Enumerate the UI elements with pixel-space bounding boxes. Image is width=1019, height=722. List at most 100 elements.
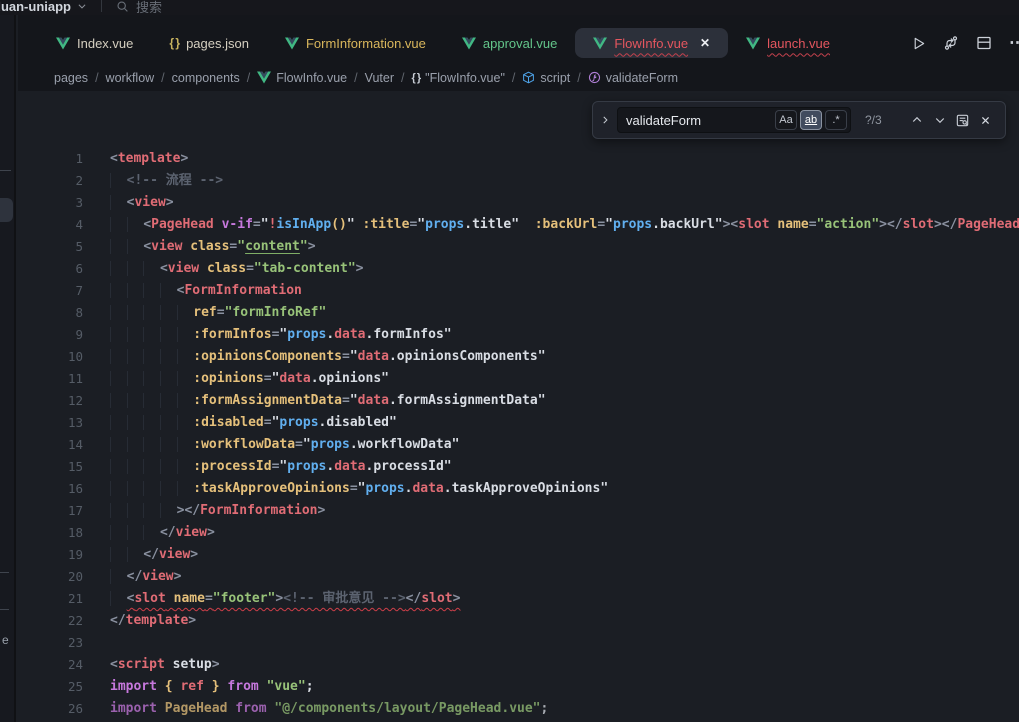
indent-guide (127, 371, 144, 386)
code-token: = (264, 415, 272, 430)
indent-guide (160, 327, 177, 342)
project-name[interactable]: duan-uniapp (0, 0, 71, 14)
indent-guide (110, 437, 127, 452)
split-editor-icon[interactable] (976, 35, 992, 51)
tab-pages.json[interactable]: { }pages.json (151, 28, 267, 58)
breadcrumb-separator: / (161, 71, 164, 85)
selected-file-highlight[interactable] (0, 198, 13, 222)
breadcrumb-item-Vuter[interactable]: Vuter (365, 71, 394, 85)
global-search[interactable]: 搜索 (116, 0, 162, 15)
indent-guide (110, 371, 127, 386)
code-token: :taskApproveOpinions (193, 481, 350, 496)
close-icon[interactable]: ✕ (700, 36, 710, 50)
breadcrumb-item-FlowInfo.vue[interactable]: { }"FlowInfo.vue" (412, 71, 505, 85)
close-icon[interactable] (974, 108, 997, 132)
tab-FormInformation.vue[interactable]: FormInformation.vue (267, 28, 444, 58)
more-actions-icon[interactable]: ⋯ (1009, 33, 1019, 53)
breadcrumb-item-pages[interactable]: pages (54, 71, 88, 85)
code-line[interactable] (110, 632, 1019, 654)
code-token: > (174, 569, 182, 584)
indent-guide (177, 459, 194, 474)
code-line[interactable]: <script setup> (110, 654, 1019, 676)
whole-word-icon[interactable]: ab (800, 110, 822, 130)
indent-guide (143, 393, 160, 408)
code-line[interactable]: :disabled="props.disabled" (110, 412, 1019, 434)
find-input[interactable] (618, 113, 736, 128)
code-token: < (110, 151, 118, 166)
code-token: view (176, 525, 207, 540)
code-token: "action" (817, 217, 880, 232)
tab-label: FlowInfo.vue (614, 36, 688, 51)
code-line[interactable]: </view> (110, 522, 1019, 544)
indent-guide (160, 305, 177, 320)
code-line[interactable]: </view> (110, 544, 1019, 566)
indent-guide (110, 547, 127, 562)
indent-guide (143, 459, 160, 474)
code-line[interactable]: </template> (110, 610, 1019, 632)
indent-guide (143, 261, 160, 276)
code-line[interactable]: :workflowData="props.workflowData" (110, 434, 1019, 456)
code-token: > (453, 591, 461, 606)
code-line[interactable]: </view> (110, 566, 1019, 588)
breadcrumb-item-workflow[interactable]: workflow (106, 71, 155, 85)
code-token: = (809, 217, 817, 232)
rail-fragment (0, 609, 9, 610)
indent-guide (127, 305, 144, 320)
code-line[interactable]: <view> (110, 192, 1019, 214)
chevron-down-icon[interactable] (77, 1, 87, 11)
code-token (165, 657, 173, 672)
code-token: props (425, 217, 464, 232)
breadcrumb-item-script[interactable]: script (522, 71, 570, 85)
tab-launch.vue[interactable]: launch.vue (728, 28, 848, 58)
code-line[interactable]: :processId="props.data.processId" (110, 456, 1019, 478)
code-line[interactable]: :opinions="data.opinions" (110, 368, 1019, 390)
code-token (519, 217, 535, 232)
indent-guide (127, 459, 144, 474)
code-line[interactable]: import PageHead from "@/components/layou… (110, 698, 1019, 720)
code-line[interactable]: <FormInformation (110, 280, 1019, 302)
code-line[interactable]: ref="formInfoRef" (110, 302, 1019, 324)
compare-changes-icon[interactable] (943, 35, 959, 51)
indent-guide (177, 305, 194, 320)
code-token: = (350, 481, 358, 496)
breadcrumb-item-validateForm[interactable]: validateForm (588, 71, 678, 85)
line-number: 5 (18, 236, 110, 258)
code-token: props (279, 415, 318, 430)
code-line[interactable]: :opinionsComponents="data.opinionsCompon… (110, 346, 1019, 368)
arrow-down-icon[interactable] (928, 108, 951, 132)
code-token: props (365, 481, 404, 496)
code-token: > (188, 613, 196, 628)
explorer-rail[interactable]: e (0, 15, 16, 722)
find-in-selection-icon[interactable] (951, 108, 974, 132)
breadcrumb-item-components[interactable]: components (172, 71, 240, 85)
regex-icon[interactable]: .* (825, 110, 847, 130)
line-number: 24 (18, 654, 110, 676)
code-line[interactable]: <PageHead v-if="!isInApp()" :title="prop… (110, 214, 1019, 236)
rail-fragment (0, 170, 11, 171)
code-line[interactable]: <template> (110, 148, 1019, 170)
tab-Index.vue[interactable]: Index.vue (38, 28, 151, 58)
code-line[interactable]: :taskApproveOpinions="props.data.taskApp… (110, 478, 1019, 500)
code-line[interactable]: <slot name="footer"><!-- 审批意见 --></slot> (110, 588, 1019, 610)
code-line[interactable]: <view class="tab-content"> (110, 258, 1019, 280)
arrow-up-icon[interactable] (905, 108, 928, 132)
toggle-replace-icon[interactable] (593, 115, 617, 125)
code-line[interactable]: ></FormInformation> (110, 500, 1019, 522)
tab-label: approval.vue (483, 36, 557, 51)
code-token: data (358, 349, 389, 364)
breadcrumb-item-FlowInfo.vue[interactable]: FlowInfo.vue (257, 71, 347, 85)
code-token: ></ (879, 217, 902, 232)
run-icon[interactable] (911, 36, 926, 51)
code-line[interactable]: :formInfos="props.data.formInfos" (110, 324, 1019, 346)
tab-FlowInfo.vue[interactable]: FlowInfo.vue ✕ (575, 28, 728, 58)
code-line[interactable]: <!-- 流程 --> (110, 170, 1019, 192)
breadcrumb-label: validateForm (606, 71, 678, 85)
match-case-icon[interactable]: Aa (775, 110, 797, 130)
code-editor[interactable]: Aa ab .* ?/3 123456789101112131415161718… (18, 91, 1019, 722)
code-line[interactable]: import { ref } from "vue"; (110, 676, 1019, 698)
code-line[interactable]: :formAssignmentData="data.formAssignment… (110, 390, 1019, 412)
code-token: " (261, 217, 269, 232)
code-token: } (212, 679, 220, 694)
code-line[interactable]: <view class="content"> (110, 236, 1019, 258)
tab-approval.vue[interactable]: approval.vue (444, 28, 575, 58)
